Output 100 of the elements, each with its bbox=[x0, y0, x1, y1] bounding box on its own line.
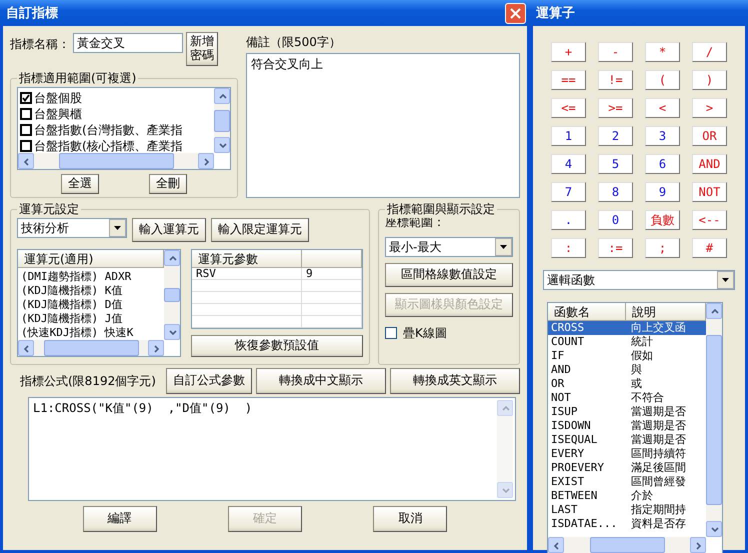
operator-key[interactable]: AND bbox=[692, 154, 727, 174]
operator-key[interactable]: # bbox=[692, 238, 727, 258]
dialog-button[interactable]: 編譯 bbox=[82, 506, 157, 532]
function-row[interactable]: BETWEEN 介於 bbox=[548, 489, 706, 503]
name-input[interactable]: 黃金交叉 bbox=[73, 33, 183, 53]
operand-item[interactable]: (KDJ隨機指標) J值 bbox=[18, 312, 164, 326]
function-row[interactable]: ISUP 當週期是否 bbox=[548, 405, 706, 419]
operator-key[interactable]: 負數 bbox=[645, 210, 680, 230]
function-row[interactable]: ISDATAE... 資料是否存 bbox=[548, 517, 706, 531]
function-row[interactable]: OR 或 bbox=[548, 377, 706, 391]
dropdown-button[interactable] bbox=[717, 271, 734, 289]
operator-key[interactable]: := bbox=[598, 238, 633, 258]
function-row[interactable]: EVERY 區間持續符 bbox=[548, 447, 706, 461]
scroll-thumb[interactable] bbox=[58, 153, 174, 170]
note-textarea[interactable]: 符合交叉向上 bbox=[246, 53, 520, 198]
function-row[interactable]: COUNT 統計 bbox=[548, 335, 706, 349]
scroll-thumb[interactable] bbox=[706, 335, 722, 505]
function-category-select[interactable]: 邏輯函數 bbox=[543, 270, 735, 290]
operator-key[interactable]: <= bbox=[551, 98, 586, 118]
horizontal-scrollbar[interactable] bbox=[548, 537, 706, 553]
function-row[interactable]: CROSS 向上交叉函 bbox=[548, 321, 706, 335]
operator-key[interactable]: 7 bbox=[551, 182, 586, 202]
function-row[interactable]: IF 假如 bbox=[548, 349, 706, 363]
input-operand-button[interactable]: 輸入運算元 bbox=[132, 218, 206, 242]
operator-key[interactable]: 2 bbox=[598, 126, 633, 146]
function-row[interactable]: ISDOWN 當週期是否 bbox=[548, 419, 706, 433]
vertical-scrollbar[interactable] bbox=[164, 250, 180, 340]
operator-key[interactable]: ( bbox=[645, 70, 680, 90]
function-row[interactable]: ISEQUAL 當週期是否 bbox=[548, 433, 706, 447]
operator-key[interactable]: OR bbox=[692, 126, 727, 146]
function-row[interactable]: LAST 指定期間持 bbox=[548, 503, 706, 517]
operator-key[interactable]: 9 bbox=[645, 182, 680, 202]
operand-item[interactable]: (快速KDJ指標) 快速K bbox=[18, 326, 164, 340]
checkbox[interactable] bbox=[20, 108, 32, 120]
formula-button[interactable]: 自訂公式參數 bbox=[166, 368, 252, 394]
dialog-button[interactable]: 取消 bbox=[373, 506, 448, 532]
horizontal-scrollbar[interactable] bbox=[18, 340, 164, 356]
list-item[interactable]: 台盤指數(台灣指數、產業指 bbox=[34, 122, 183, 138]
function-name: LAST bbox=[550, 503, 578, 517]
operator-key[interactable]: 4 bbox=[551, 154, 586, 174]
list-item[interactable]: 台盤興櫃 bbox=[34, 106, 82, 122]
checkbox[interactable] bbox=[20, 124, 32, 136]
operand-item[interactable]: (DMI趨勢指標) ADXR bbox=[18, 270, 164, 284]
function-row[interactable]: NOT 不符合 bbox=[548, 391, 706, 405]
list-item[interactable]: 台盤個股 bbox=[34, 90, 82, 106]
operator-key[interactable]: / bbox=[692, 42, 727, 62]
operator-key[interactable]: <-- bbox=[692, 210, 727, 230]
operator-key[interactable]: 5 bbox=[598, 154, 633, 174]
list-item[interactable]: 台盤指數(核心指標、產業指 bbox=[34, 138, 183, 154]
operator-key[interactable]: ; bbox=[645, 238, 680, 258]
input-operand-button[interactable]: 輸入限定運算元 bbox=[211, 218, 309, 242]
operator-key[interactable]: < bbox=[645, 98, 680, 118]
select-button[interactable]: 全刪 bbox=[149, 174, 187, 194]
operand-item[interactable]: (KDJ隨機指標) K值 bbox=[18, 284, 164, 298]
operator-key[interactable]: : bbox=[551, 238, 586, 258]
dropdown-button[interactable] bbox=[495, 238, 512, 256]
operator-key[interactable]: == bbox=[551, 70, 586, 90]
operator-key[interactable]: != bbox=[598, 70, 633, 90]
vertical-scrollbar[interactable] bbox=[706, 303, 722, 537]
function-row[interactable]: AND 與 bbox=[548, 363, 706, 377]
operator-key[interactable]: + bbox=[551, 42, 586, 62]
operator-key[interactable]: 1 bbox=[551, 126, 586, 146]
operator-key[interactable]: >= bbox=[598, 98, 633, 118]
range-select[interactable]: 最小-最大 bbox=[385, 237, 513, 257]
operator-key[interactable]: 0 bbox=[598, 210, 633, 230]
horizontal-scrollbar[interactable] bbox=[18, 153, 214, 170]
formula-button[interactable]: 轉換成中文顯示 bbox=[256, 368, 386, 394]
dropdown-arrow-icon bbox=[114, 226, 121, 230]
category-select[interactable]: 技術分析 bbox=[17, 218, 127, 238]
operator-key[interactable]: 3 bbox=[645, 126, 680, 146]
scroll-thumb[interactable] bbox=[590, 537, 664, 553]
settings-button[interactable]: 區間格線數值設定 bbox=[385, 263, 513, 287]
close-button[interactable] bbox=[505, 2, 526, 24]
operator-key[interactable]: ) bbox=[692, 70, 727, 90]
checkbox[interactable] bbox=[385, 327, 397, 339]
scroll-thumb[interactable] bbox=[214, 110, 230, 132]
function-row[interactable]: EXIST 區間曾經發 bbox=[548, 475, 706, 489]
formula-editor[interactable]: L1:CROSS("K值"(9) ,"D值"(9) ) bbox=[28, 397, 516, 501]
select-button[interactable]: 全選 bbox=[61, 174, 99, 194]
function-description: 介於 bbox=[630, 489, 654, 503]
checkbox[interactable] bbox=[20, 92, 32, 104]
operator-key[interactable]: - bbox=[598, 42, 633, 62]
vertical-scrollbar[interactable] bbox=[497, 400, 513, 498]
function-row[interactable]: PROEVERY 滿足後區間 bbox=[548, 461, 706, 475]
checkbox[interactable] bbox=[20, 140, 32, 152]
operator-key[interactable]: 8 bbox=[598, 182, 633, 202]
reset-button[interactable]: 恢復參數預設值 bbox=[191, 335, 363, 357]
function-name: CROSS bbox=[550, 321, 586, 335]
vertical-scrollbar[interactable] bbox=[214, 88, 230, 154]
operator-key[interactable]: 6 bbox=[645, 154, 680, 174]
operator-key[interactable]: * bbox=[645, 42, 680, 62]
operator-key[interactable]: NOT bbox=[692, 182, 727, 202]
operator-key[interactable]: > bbox=[692, 98, 727, 118]
scroll-thumb[interactable] bbox=[44, 340, 138, 356]
operand-item[interactable]: (KDJ隨機指標) D值 bbox=[18, 298, 164, 312]
dropdown-button[interactable] bbox=[109, 219, 126, 237]
operator-key[interactable]: . bbox=[551, 210, 586, 230]
new-password-button[interactable]: 新增 密碼 bbox=[186, 32, 218, 66]
scroll-thumb[interactable] bbox=[164, 288, 180, 302]
formula-button[interactable]: 轉換成英文顯示 bbox=[390, 368, 520, 394]
